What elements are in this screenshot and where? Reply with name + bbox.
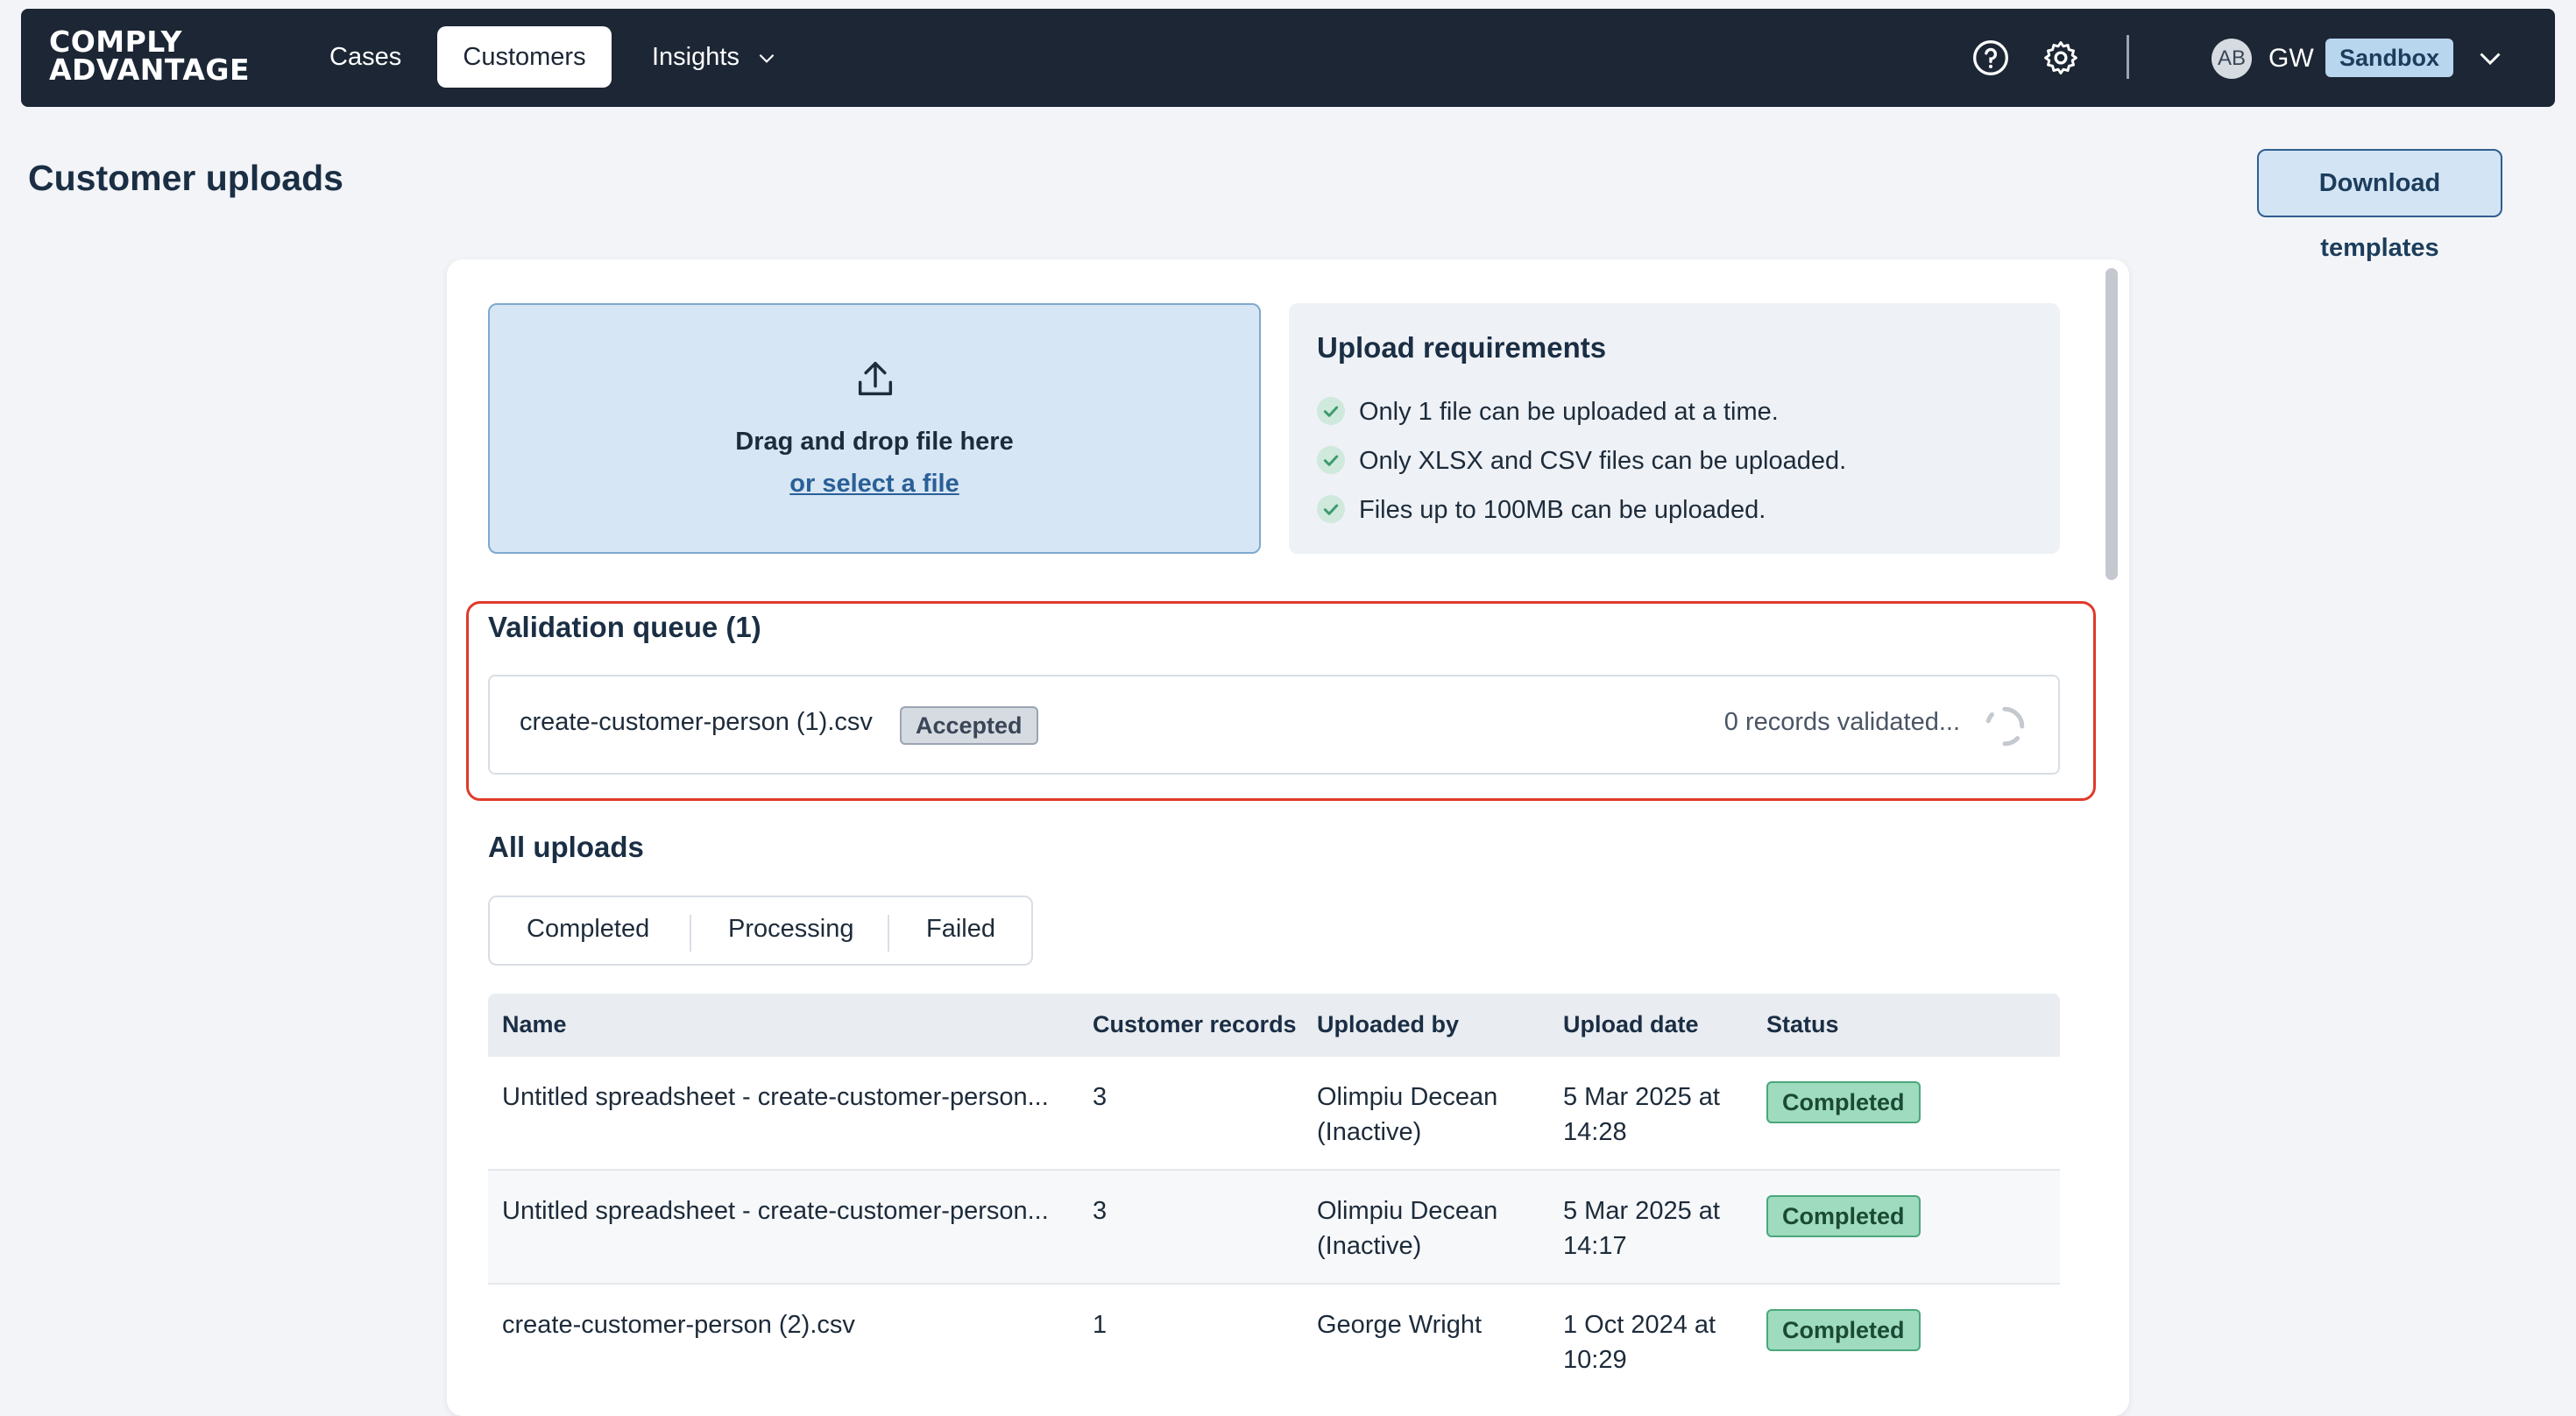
status-badge: Completed [1766, 1195, 1921, 1237]
queued-file-name: create-customer-person (1).csv [520, 708, 873, 736]
upload-records: 3 [1093, 1197, 1108, 1225]
environment-badge[interactable]: Sandbox [2325, 39, 2454, 77]
tab-divider [888, 915, 889, 952]
nav-divider [2127, 35, 2129, 79]
uploads-tabs: Completed Processing Failed [488, 896, 1033, 966]
check-icon [1317, 495, 1345, 524]
upload-uploaded-by: George Wright [1317, 1311, 1483, 1339]
upload-name: create-customer-person (2).csv [502, 1311, 855, 1339]
page-title: Customer uploads [28, 158, 343, 198]
tab-failed[interactable]: Failed [926, 915, 995, 944]
requirement-text: Only 1 file can be uploaded at a time. [1359, 398, 1779, 426]
column-header-upload-date[interactable]: Upload date [1563, 1011, 1699, 1038]
loading-spinner-icon [1985, 706, 2025, 747]
validation-queue-item: create-customer-person (1).csv Accepted … [488, 675, 2060, 775]
avatar[interactable]: AB [2212, 39, 2252, 79]
logo-line-2: ADVANTAGE [49, 53, 251, 87]
column-header-status[interactable]: Status [1766, 1011, 1839, 1038]
help-icon[interactable] [1971, 39, 2010, 77]
table-row[interactable]: Untitled spreadsheet - create-customer-p… [488, 1171, 2060, 1285]
upload-date: 1 Oct 2024 at 10:29 [1563, 1311, 1716, 1374]
gear-icon[interactable] [2042, 39, 2080, 77]
check-icon [1317, 446, 1345, 475]
tab-completed[interactable]: Completed [527, 915, 649, 944]
validation-queue-title: Validation queue (1) [488, 611, 761, 643]
account-chevron-down-icon[interactable] [2474, 42, 2506, 74]
uploads-table-header: Name Customer records Uploaded by Upload… [488, 994, 2060, 1057]
upload-name: Untitled spreadsheet - create-customer-p… [502, 1197, 1049, 1225]
column-header-uploaded-by[interactable]: Uploaded by [1317, 1011, 1459, 1038]
nav-link-insights[interactable]: Insights [638, 26, 792, 88]
chevron-down-icon [759, 54, 775, 64]
column-header-name[interactable]: Name [502, 1011, 567, 1038]
tab-processing[interactable]: Processing [728, 915, 853, 944]
status-badge: Completed [1766, 1309, 1921, 1351]
tab-divider [690, 915, 691, 952]
upload-uploaded-by: Olimpiu Decean (Inactive) [1317, 1197, 1498, 1260]
requirements-title: Upload requirements [1317, 331, 1607, 364]
top-nav-bar: COMPLY ADVANTAGE Cases Customers Insight… [21, 9, 2555, 107]
nav-link-cases[interactable]: Cases [315, 26, 415, 88]
column-header-customer-records[interactable]: Customer records [1093, 1011, 1297, 1038]
table-row[interactable]: Untitled spreadsheet - create-customer-p… [488, 1057, 2060, 1171]
requirement-text: Files up to 100MB can be uploaded. [1359, 496, 1766, 524]
requirement-text: Only XLSX and CSV files can be uploaded. [1359, 447, 1847, 475]
upload-records: 1 [1093, 1311, 1108, 1339]
scrollbar[interactable] [2105, 268, 2118, 580]
requirement-item: Only 1 file can be uploaded at a time. [1317, 394, 1779, 429]
upload-records: 3 [1093, 1083, 1108, 1111]
user-initials[interactable]: GW [2268, 39, 2314, 79]
requirement-item: Only XLSX and CSV files can be uploaded. [1317, 443, 1846, 478]
table-row[interactable]: create-customer-person (2).csv 1 George … [488, 1285, 2060, 1398]
upload-requirements: Upload requirements Only 1 file can be u… [1289, 303, 2060, 554]
nav-link-customers[interactable]: Customers [437, 26, 612, 88]
upload-uploaded-by: Olimpiu Decean (Inactive) [1317, 1083, 1498, 1146]
file-dropzone[interactable]: Drag and drop file here or select a file [488, 303, 1261, 554]
upload-date: 5 Mar 2025 at 14:28 [1563, 1083, 1720, 1146]
all-uploads-title: All uploads [488, 831, 644, 863]
upload-date: 5 Mar 2025 at 14:17 [1563, 1197, 1720, 1260]
requirement-item: Files up to 100MB can be uploaded. [1317, 492, 1766, 527]
logo[interactable]: COMPLY ADVANTAGE [49, 27, 251, 87]
upload-name: Untitled spreadsheet - create-customer-p… [502, 1083, 1049, 1111]
accepted-badge: Accepted [900, 706, 1038, 745]
dropzone-text: Drag and drop file here [735, 428, 1014, 456]
check-icon [1317, 397, 1345, 426]
status-badge: Completed [1766, 1081, 1921, 1123]
validation-status: 0 records validated... [1723, 708, 1960, 736]
download-templates-button[interactable]: Download templates [2257, 149, 2502, 262]
nav-link-insights-label: Insights [652, 43, 740, 71]
upload-icon [858, 361, 893, 396]
select-file-link[interactable]: or select a file [490, 470, 1259, 499]
